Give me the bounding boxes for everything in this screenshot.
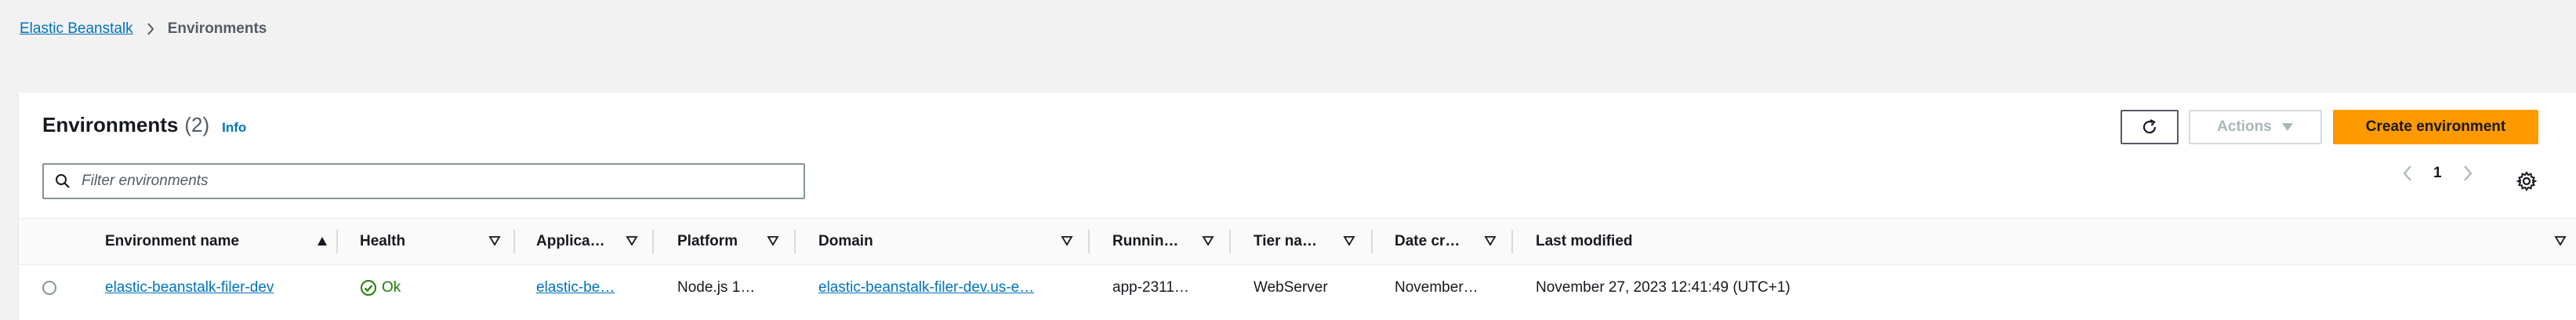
filter-environments-input[interactable]	[80, 172, 789, 191]
application-link[interactable]: elastic-be…	[536, 279, 615, 296]
table-row[interactable]: elastic-beanstalk-filer-dev Ok elastic-b…	[19, 264, 2576, 311]
health-label: Ok	[382, 279, 401, 296]
column-divider	[1088, 230, 1090, 253]
table-header: Environment name Health Applica… Platfor…	[19, 218, 2576, 265]
info-link[interactable]: Info	[222, 120, 246, 136]
column-header-environment-name[interactable]: Environment name	[105, 219, 328, 264]
actions-label: Actions	[2217, 118, 2272, 135]
refresh-button[interactable]	[2121, 110, 2179, 144]
sort-icon	[1484, 236, 1497, 246]
status-ok-icon	[361, 280, 376, 296]
row-select-radio[interactable]	[42, 281, 56, 295]
gear-icon	[2516, 171, 2537, 191]
create-environment-button[interactable]: Create environment	[2333, 110, 2538, 144]
sort-icon	[767, 236, 779, 246]
cell-date-created: November…	[1395, 279, 1478, 296]
column-divider	[1371, 230, 1373, 253]
caret-down-icon	[2281, 123, 2293, 131]
breadcrumb-elastic-beanstalk-link[interactable]: Elastic Beanstalk	[20, 20, 133, 38]
breadcrumb: Elastic Beanstalk Environments	[20, 20, 267, 38]
cell-tier-name: WebServer	[1254, 279, 1328, 296]
chevron-right-icon	[147, 23, 154, 35]
domain-link[interactable]: elastic-beanstalk-filer-dev.us-e…	[818, 279, 1034, 296]
cell-domain: elastic-beanstalk-filer-dev.us-e…	[818, 264, 1073, 311]
column-header-platform[interactable]: Platform	[677, 219, 779, 264]
sort-icon	[1202, 236, 1214, 246]
column-header-application[interactable]: Applica…	[536, 219, 638, 264]
environment-count: (2)	[184, 113, 210, 136]
column-header-health[interactable]: Health	[360, 219, 501, 264]
column-header-tier-name[interactable]: Tier na…	[1254, 219, 1355, 264]
column-header-date-created[interactable]: Date cr…	[1395, 219, 1497, 264]
next-page-icon[interactable]	[2462, 165, 2473, 182]
column-divider	[513, 230, 515, 253]
column-divider	[1229, 230, 1231, 253]
search-icon	[56, 174, 70, 188]
table-preferences-button[interactable]	[2513, 168, 2540, 195]
pagination: 1	[2402, 165, 2473, 182]
cell-application: elastic-be…	[536, 264, 638, 311]
filter-box	[42, 163, 805, 199]
environment-name-link[interactable]: elastic-beanstalk-filer-dev	[105, 279, 274, 296]
cell-running-version: app-2311…	[1112, 279, 1189, 296]
page-title: Environments	[42, 113, 179, 136]
current-page-number[interactable]: 1	[2433, 165, 2442, 182]
sort-icon	[488, 236, 501, 246]
cell-platform: Node.js 1…	[677, 279, 756, 296]
actions-dropdown-button[interactable]: Actions	[2189, 110, 2322, 144]
cell-last-modified: November 27, 2023 12:41:49 (UTC+1)	[1536, 279, 1791, 296]
sort-ascending-icon	[317, 237, 327, 245]
sort-icon	[2554, 236, 2567, 246]
column-divider	[794, 230, 796, 253]
column-header-last-modified[interactable]: Last modified	[1536, 219, 2567, 264]
sort-icon	[1061, 236, 1073, 246]
sort-icon	[626, 236, 638, 246]
health-status: Ok	[360, 279, 401, 296]
column-divider	[336, 230, 338, 253]
breadcrumb-current: Environments	[167, 20, 267, 37]
column-header-running-version[interactable]: Runnin…	[1112, 219, 1214, 264]
column-divider	[1511, 230, 1513, 253]
column-divider	[652, 230, 654, 253]
panel-header: Environments (2) Info	[42, 113, 246, 137]
previous-page-icon[interactable]	[2402, 165, 2413, 182]
sort-icon	[1343, 236, 1355, 246]
column-header-domain[interactable]: Domain	[818, 219, 1073, 264]
environments-panel: Environments (2) Info Actions Create env…	[19, 93, 2576, 320]
cell-health: Ok	[360, 264, 501, 311]
cell-environment-name: elastic-beanstalk-filer-dev	[105, 264, 328, 311]
refresh-icon	[2142, 119, 2157, 134]
